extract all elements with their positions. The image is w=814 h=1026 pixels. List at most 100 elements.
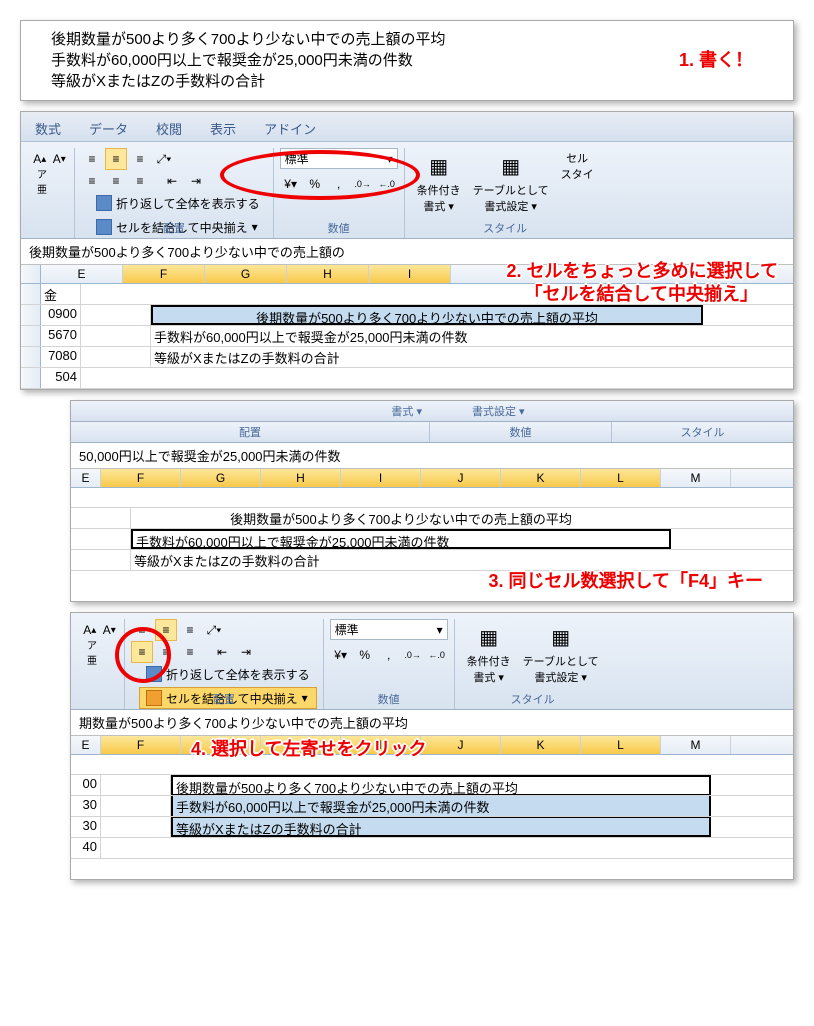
align-center-icon[interactable]: ≡ xyxy=(155,641,177,663)
merged-cell-selected[interactable]: 等級がXまたはZの手数料の合計 xyxy=(171,817,711,837)
cell-style-button[interactable]: セルスタイ xyxy=(555,148,600,216)
col-header[interactable]: E xyxy=(41,265,123,283)
font-ruby-icon[interactable]: ア亜 xyxy=(81,641,103,663)
align-bottom-icon[interactable]: ≡ xyxy=(129,148,151,170)
cell-text[interactable]: 手数料が60,000円以上で報奨金が25,000円未満の件数 xyxy=(151,326,703,346)
ribbon: A▴A▾ ア亜 ≡ ≡ ≡ ⤢▾ ≡ ≡ ≡ ⇤ ⇥ xyxy=(21,142,793,239)
orientation-icon[interactable]: ⤢▾ xyxy=(153,148,175,170)
col-header[interactable]: F xyxy=(101,736,181,754)
align-right-icon[interactable]: ≡ xyxy=(129,170,151,192)
tab-formulas[interactable]: 数式 xyxy=(31,116,65,141)
align-center-icon[interactable]: ≡ xyxy=(105,170,127,192)
group-label-align: 配置 xyxy=(71,422,429,442)
cell[interactable] xyxy=(71,550,131,570)
formula-bar[interactable]: 期数量が500より多く700より少ない中での売上額の平均 xyxy=(71,710,793,736)
conditional-format-button[interactable]: ▦条件付き書式 ▾ xyxy=(461,619,517,687)
currency-icon[interactable]: ¥▾ xyxy=(330,644,352,666)
indent-increase-icon[interactable]: ⇥ xyxy=(235,641,257,663)
col-header[interactable]: I xyxy=(369,265,451,283)
col-header[interactable]: G xyxy=(181,469,261,487)
col-header[interactable]: F xyxy=(101,469,181,487)
percent-icon[interactable]: % xyxy=(354,644,376,666)
indent-decrease-icon[interactable]: ⇤ xyxy=(211,641,233,663)
col-header[interactable]: J xyxy=(421,469,501,487)
merged-cell-selected[interactable]: 手数料が60,000円以上で報奨金が25,000円未満の件数 xyxy=(131,529,671,549)
font-shrink-icon[interactable]: A▾ xyxy=(101,619,119,641)
align-middle-icon[interactable]: ≡ xyxy=(155,619,177,641)
merged-cell-selected[interactable]: 後期数量が500より多く700より少ない中での売上額の平均 xyxy=(151,305,703,325)
col-header[interactable]: L xyxy=(581,469,661,487)
align-middle-icon[interactable]: ≡ xyxy=(105,148,127,170)
formula-bar[interactable]: 50,000円以上で報奨金が25,000円未満の件数 xyxy=(71,443,793,469)
cell[interactable]: 7080 xyxy=(41,347,81,367)
cell[interactable]: 0900 xyxy=(41,305,81,325)
increase-decimal-icon[interactable]: .0→ xyxy=(402,644,424,666)
cell[interactable] xyxy=(81,305,151,325)
text-line: 等級がXまたはZの手数料の合計 xyxy=(51,71,763,92)
column-headers: E F G H I J K L M xyxy=(71,736,793,755)
cell[interactable]: 00 xyxy=(71,775,101,795)
currency-icon[interactable]: ¥▾ xyxy=(280,173,302,195)
col-header[interactable]: F xyxy=(123,265,205,283)
decrease-decimal-icon[interactable]: ←.0 xyxy=(426,644,448,666)
table-format-button[interactable]: ▦テーブルとして書式設定 ▾ xyxy=(467,148,555,216)
col-header[interactable]: E xyxy=(71,736,101,754)
decrease-decimal-icon[interactable]: ←.0 xyxy=(376,173,398,195)
col-header[interactable]: M xyxy=(661,469,731,487)
tab-addin[interactable]: アドイン xyxy=(260,116,320,141)
col-header[interactable]: J xyxy=(421,736,501,754)
conditional-format-button[interactable]: ▦条件付き書式 ▾ xyxy=(411,148,467,216)
tab-review[interactable]: 校閲 xyxy=(152,116,186,141)
col-header[interactable]: M xyxy=(661,736,731,754)
font-shrink-icon[interactable]: A▾ xyxy=(51,148,69,170)
cell[interactable] xyxy=(81,326,151,346)
align-bottom-icon[interactable]: ≡ xyxy=(179,619,201,641)
align-right-icon[interactable]: ≡ xyxy=(179,641,201,663)
cell[interactable]: 5670 xyxy=(41,326,81,346)
col-header[interactable]: E xyxy=(71,469,101,487)
col-header[interactable]: I xyxy=(341,469,421,487)
text-line: 手数料が60,000円以上で報奨金が25,000円未満の件数 xyxy=(51,50,763,71)
orientation-icon[interactable]: ⤢▾ xyxy=(203,619,225,641)
col-header[interactable]: K xyxy=(501,469,581,487)
cell[interactable]: 40 xyxy=(71,838,101,858)
table-format-button[interactable]: ▦テーブルとして書式設定 ▾ xyxy=(517,619,605,687)
col-header[interactable]: H xyxy=(261,469,341,487)
col-header[interactable]: K xyxy=(501,736,581,754)
cell[interactable]: 金 xyxy=(41,284,81,304)
number-format-dropdown[interactable]: 標準▾ xyxy=(280,148,398,169)
cell[interactable] xyxy=(71,529,131,549)
cell-text[interactable]: 等級がXまたはZの手数料の合計 xyxy=(151,347,703,367)
tab-view[interactable]: 表示 xyxy=(206,116,240,141)
wrap-text-button[interactable]: 折り返して全体を表示する xyxy=(89,192,267,214)
number-format-dropdown[interactable]: 標準▾ xyxy=(330,619,448,640)
align-top-icon[interactable]: ≡ xyxy=(131,619,153,641)
col-header[interactable]: G xyxy=(205,265,287,283)
cell[interactable] xyxy=(101,796,171,816)
merged-cell[interactable]: 後期数量が500より多く700より少ない中での売上額の平均 xyxy=(131,508,671,528)
cell[interactable]: 30 xyxy=(71,817,101,837)
tab-data[interactable]: データ xyxy=(85,116,132,141)
align-left-icon[interactable]: ≡ xyxy=(81,170,103,192)
font-ruby-icon[interactable]: ア亜 xyxy=(31,170,53,192)
cell[interactable] xyxy=(81,347,151,367)
col-header[interactable]: H xyxy=(287,265,369,283)
cell[interactable] xyxy=(71,508,131,528)
indent-increase-icon[interactable]: ⇥ xyxy=(185,170,207,192)
align-top-icon[interactable]: ≡ xyxy=(81,148,103,170)
table-format-icon: ▦ xyxy=(545,621,577,653)
wrap-text-button[interactable]: 折り返して全体を表示する xyxy=(139,663,317,685)
increase-decimal-icon[interactable]: .0→ xyxy=(352,173,374,195)
cell[interactable] xyxy=(101,775,171,795)
comma-icon[interactable]: , xyxy=(328,173,350,195)
align-left-icon[interactable]: ≡ xyxy=(131,641,153,663)
cell[interactable] xyxy=(101,817,171,837)
col-header[interactable]: L xyxy=(581,736,661,754)
indent-decrease-icon[interactable]: ⇤ xyxy=(161,170,183,192)
cell[interactable]: 504 xyxy=(41,368,81,388)
comma-icon[interactable]: , xyxy=(378,644,400,666)
cell[interactable]: 30 xyxy=(71,796,101,816)
percent-icon[interactable]: % xyxy=(304,173,326,195)
merged-cell-selected[interactable]: 手数料が60,000円以上で報奨金が25,000円未満の件数 xyxy=(171,796,711,816)
merged-cell-selected[interactable]: 後期数量が500より多く700より少ない中での売上額の平均 xyxy=(171,775,711,795)
